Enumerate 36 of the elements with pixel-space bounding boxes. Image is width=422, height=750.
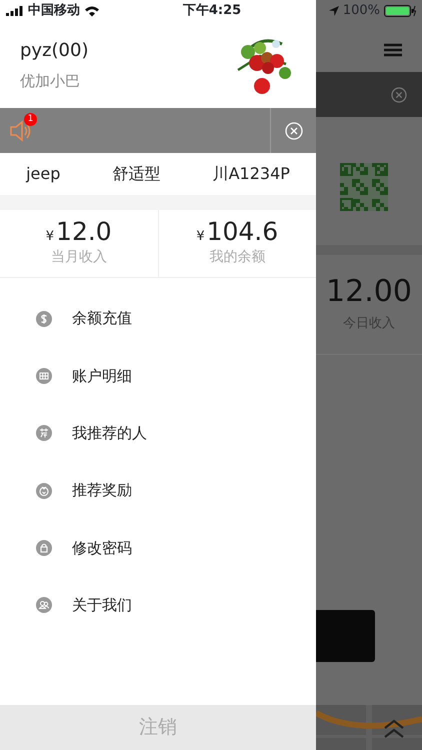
menu-icon[interactable] (384, 43, 402, 57)
menu-item[interactable]: 账户明细 (0, 347, 316, 405)
speaker-icon (9, 120, 33, 142)
location-arrow-icon (328, 6, 339, 16)
vehicle-info: jeep (26, 163, 60, 185)
amount-text: 12.00 (326, 275, 412, 308)
stat-label: 我的余额 (209, 248, 266, 267)
vehicle-info: 舒适型 (112, 163, 160, 185)
qr-code (340, 163, 388, 211)
menu-item[interactable]: 推荐奖励 (0, 462, 316, 520)
amount-text: ¥12.0 (46, 219, 112, 244)
user-name: pyz(00) (20, 39, 88, 64)
close-icon[interactable] (391, 86, 407, 102)
clock-time: 下午4:25 (182, 2, 242, 20)
battery-percent: 100% (342, 2, 380, 20)
dollar-icon (36, 310, 52, 327)
menu-item[interactable]: 关于我们 (0, 576, 316, 634)
referral-icon (36, 425, 52, 442)
reward-icon (36, 482, 52, 499)
close-icon (284, 122, 302, 140)
people-icon (36, 597, 52, 614)
amount-text: ¥104.6 (196, 219, 278, 244)
menu-item[interactable]: 余额充值 (0, 290, 316, 348)
grid-icon (36, 368, 52, 384)
signal-icon (6, 6, 24, 16)
wifi-icon (84, 5, 100, 17)
notification-badge: 1 (24, 112, 37, 126)
battery-icon (384, 5, 416, 17)
stat-label: 当月收入 (50, 248, 107, 267)
menu-item[interactable]: 我推荐的人 (0, 404, 316, 462)
lock-icon (36, 540, 52, 556)
vehicle-info: 川A1234P (212, 163, 290, 185)
carrier-name: 中国移动 (28, 2, 80, 20)
menu-item[interactable]: 修改密码 (0, 519, 316, 576)
user-subtitle: 优加小巴 (20, 71, 81, 92)
chevron-up-icon[interactable] (383, 719, 405, 739)
